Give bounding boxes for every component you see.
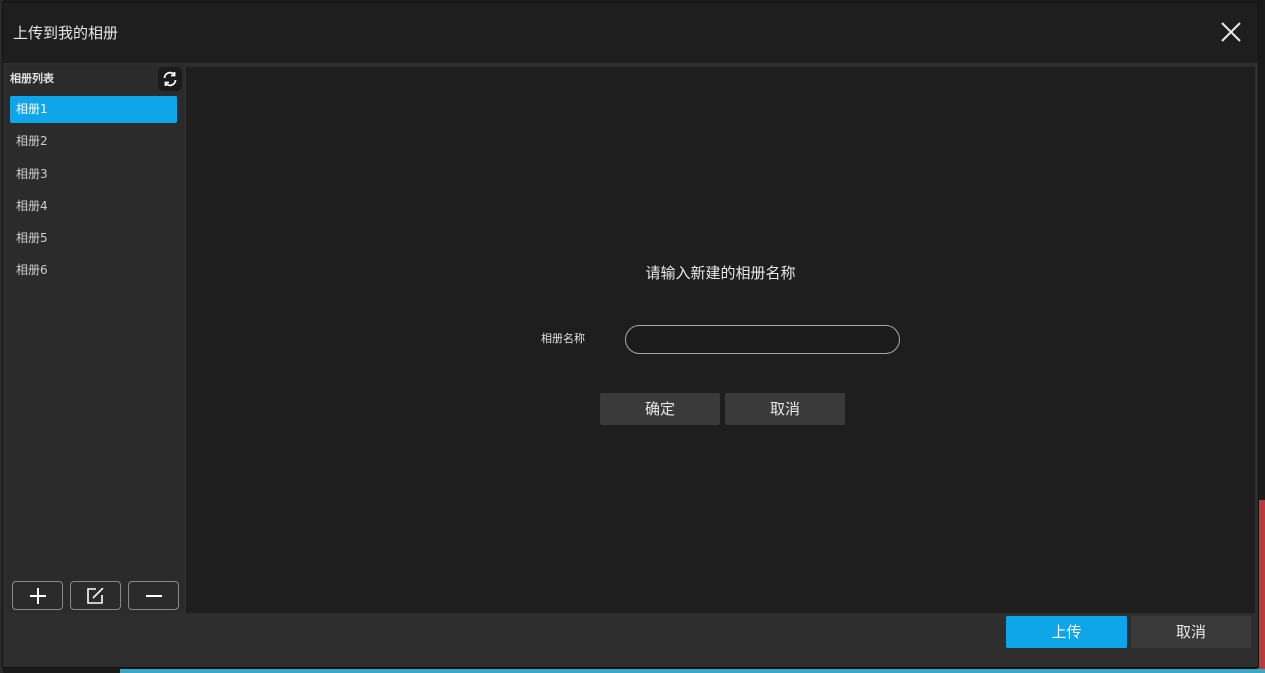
album-name-input[interactable] <box>625 325 900 354</box>
album-item-1[interactable]: 相册1 <box>10 96 177 123</box>
add-icon <box>29 588 46 604</box>
remove-album-button[interactable] <box>128 581 179 610</box>
dialog-title: 上传到我的相册 <box>13 24 119 42</box>
refresh-icon <box>163 71 177 87</box>
new-album-prompt: 请输入新建的相册名称 <box>645 264 796 282</box>
upload-button[interactable]: 上传 <box>1006 616 1127 648</box>
cancel-button[interactable]: 取消 <box>1131 616 1251 648</box>
album-item-2[interactable]: 相册2 <box>10 128 177 155</box>
album-item-6[interactable]: 相册6 <box>10 257 177 284</box>
album-item-3[interactable]: 相册3 <box>10 161 177 188</box>
album-list-header: 相册列表 <box>10 72 54 85</box>
album-item-4[interactable]: 相册4 <box>10 193 177 220</box>
title-bar: 上传到我的相册 <box>3 3 1258 63</box>
album-sidebar: 相册列表 相册1 相册2 相册3 相册4 相册5 相册6 <box>6 65 184 613</box>
confirm-button[interactable]: 确定 <box>600 393 720 425</box>
edit-icon <box>86 588 104 604</box>
close-button[interactable] <box>1218 19 1244 45</box>
album-list: 相册1 相册2 相册3 相册4 相册5 相册6 <box>10 96 177 290</box>
add-album-button[interactable] <box>12 581 63 610</box>
album-item-5[interactable]: 相册5 <box>10 225 177 252</box>
desktop-background-bottom <box>120 669 1265 673</box>
new-album-panel: 请输入新建的相册名称 相册名称 确定 取消 <box>186 67 1255 613</box>
close-icon <box>1221 22 1241 42</box>
upload-dialog: 上传到我的相册 相册列表 相册1 相册2 相册3 相册4 相册5 相册6 请输入… <box>2 2 1259 668</box>
album-name-label: 相册名称 <box>541 332 585 345</box>
cancel-create-button[interactable]: 取消 <box>725 393 845 425</box>
remove-icon <box>145 595 162 597</box>
edit-album-button[interactable] <box>70 581 121 610</box>
refresh-button[interactable] <box>158 67 182 91</box>
album-tools <box>12 581 182 611</box>
